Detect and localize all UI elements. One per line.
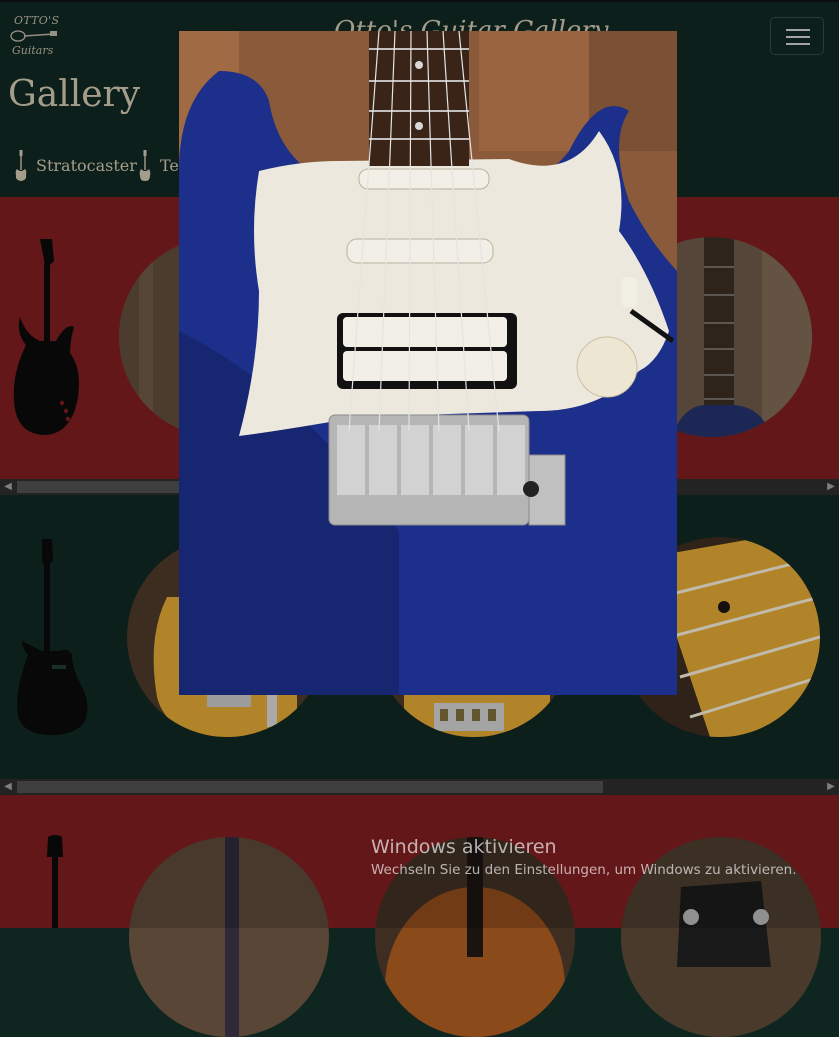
stratocaster-closeup-photo: [179, 31, 677, 695]
windows-activation-title: Windows aktivieren: [371, 836, 557, 858]
lightbox-image[interactable]: [179, 31, 677, 695]
windows-activation-subtitle: Wechseln Sie zu den Einstellungen, um Wi…: [371, 862, 797, 878]
